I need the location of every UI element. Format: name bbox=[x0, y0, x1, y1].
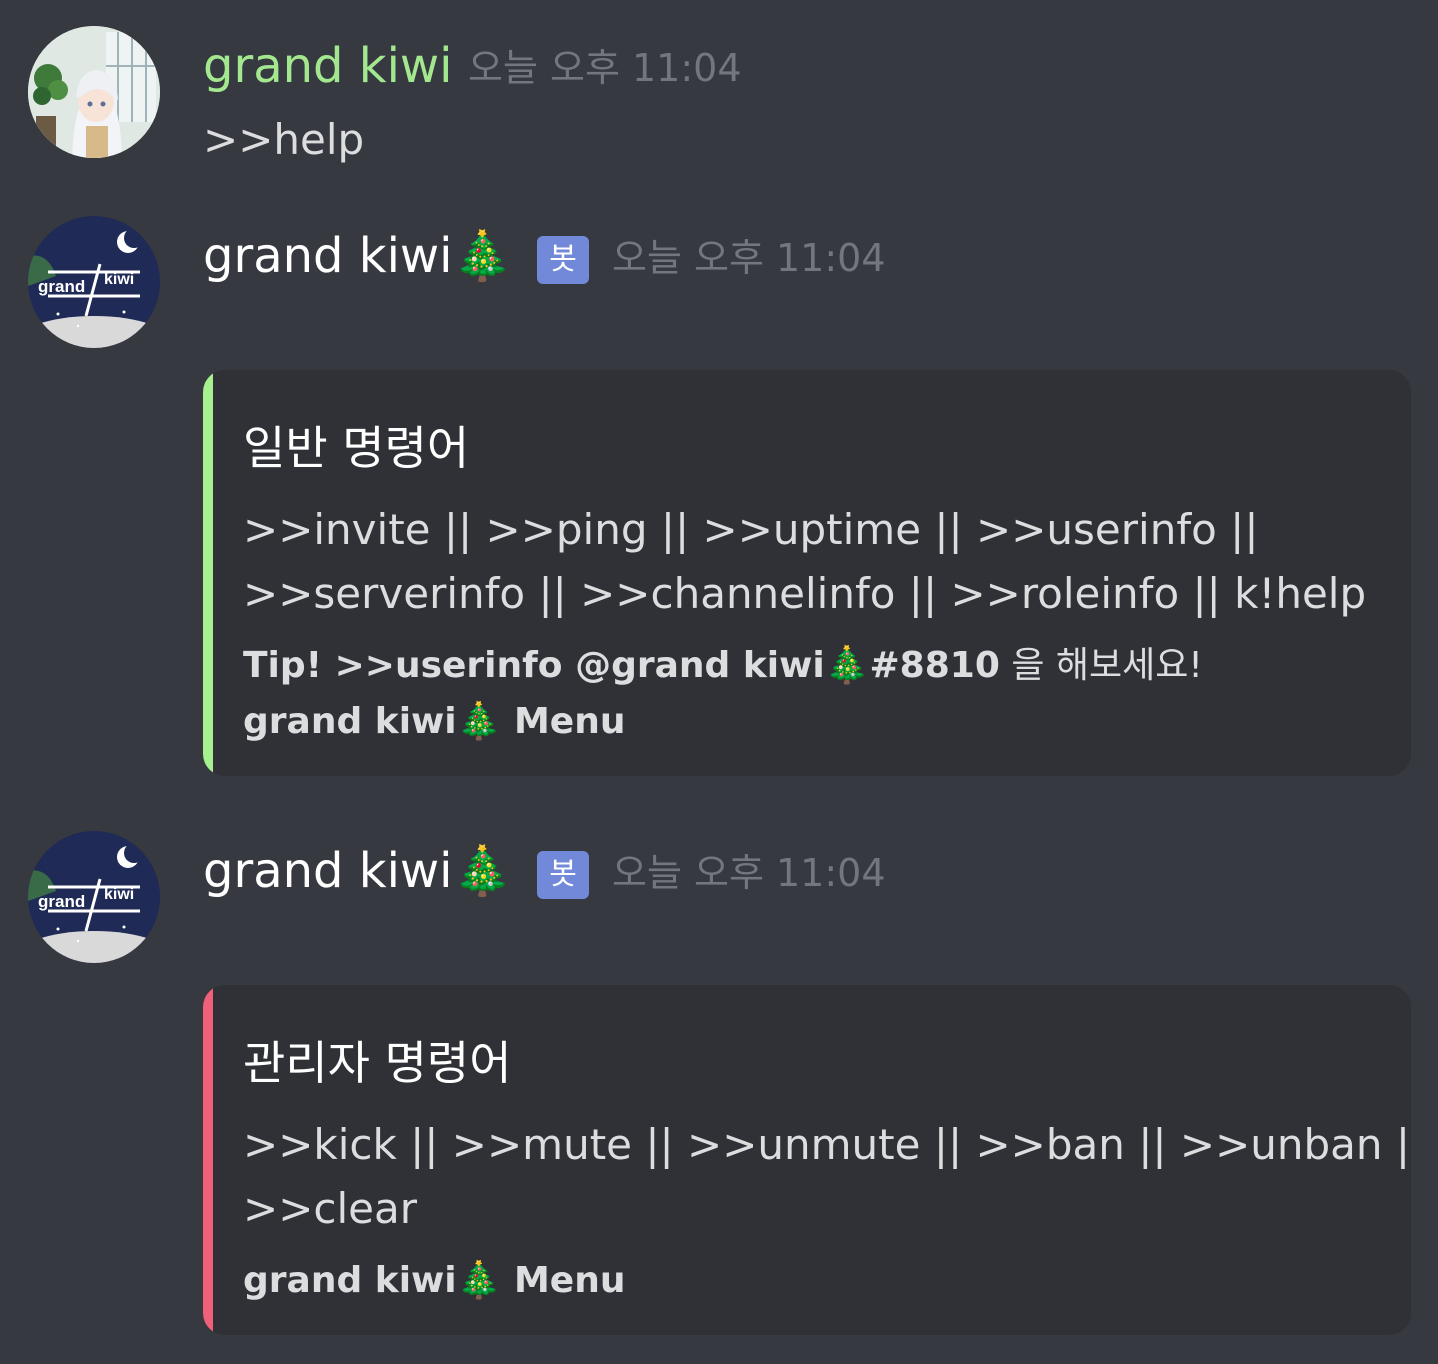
bot-avatar-text-grand: grand bbox=[38, 277, 85, 296]
embed-footer: grand kiwi🎄 Menu bbox=[243, 1260, 626, 1301]
embed-description-line-1: >>invite || >>ping || >>uptime || >>user… bbox=[243, 505, 1259, 554]
bot-avatar-text-grand: grand bbox=[38, 892, 85, 911]
bot-avatar-text-kiwi: kiwi bbox=[104, 886, 134, 903]
embed-title: 관리자 명령어 bbox=[243, 1036, 512, 1090]
embed-tip-command: Tip! >>userinfo @grand kiwi🎄#8810 bbox=[243, 645, 1000, 686]
message-user-help: grand kiwi 오늘 오후 11:04 >>help bbox=[0, 0, 1438, 190]
anime-girl-avatar-icon bbox=[28, 26, 160, 158]
timestamp: 오늘 오후 11:04 bbox=[468, 46, 742, 90]
embed-tip-rest: 을 해보세요! bbox=[999, 645, 1203, 686]
embed-description-line-2: >>clear bbox=[243, 1184, 417, 1233]
embed-admin-commands: 관리자 명령어 >>kick || >>mute || >>unmute || … bbox=[203, 985, 1411, 1335]
embed-color-bar bbox=[203, 370, 213, 776]
embed-color-bar bbox=[203, 985, 213, 1335]
grand-kiwi-bot-avatar-icon: grand kiwi bbox=[28, 216, 160, 348]
timestamp: 오늘 오후 11:04 bbox=[612, 851, 886, 895]
username[interactable]: grand kiwi🎄 bbox=[203, 843, 512, 899]
embed-general-commands: 일반 명령어 >>invite || >>ping || >>uptime ||… bbox=[203, 370, 1411, 776]
username[interactable]: grand kiwi🎄 bbox=[203, 228, 512, 284]
grand-kiwi-bot-avatar-icon: grand kiwi bbox=[28, 831, 160, 963]
bot-avatar-text-kiwi: kiwi bbox=[104, 271, 134, 288]
embed-description-line-1: >>kick || >>mute || >>unmute || >>ban ||… bbox=[243, 1120, 1411, 1169]
bot-avatar[interactable]: grand kiwi bbox=[28, 831, 160, 963]
embed-description-line-2: >>serverinfo || >>channelinfo || >>rolei… bbox=[243, 569, 1367, 618]
embed-title: 일반 명령어 bbox=[243, 421, 470, 475]
message-content: >>help bbox=[203, 115, 365, 164]
message-bot-general: grand kiwi grand kiwi🎄 봇 오늘 오후 11:04 일반 … bbox=[0, 190, 1438, 800]
embed-tip: Tip! >>userinfo @grand kiwi🎄#8810 을 해보세요… bbox=[243, 642, 1203, 690]
username[interactable]: grand kiwi bbox=[203, 38, 453, 94]
timestamp: 오늘 오후 11:04 bbox=[612, 236, 886, 280]
message-bot-admin: grand kiwi grand kiwi🎄 봇 오늘 오후 11:04 관리자… bbox=[0, 805, 1438, 1364]
bot-tag: 봇 bbox=[537, 851, 589, 899]
user-avatar[interactable] bbox=[28, 26, 160, 158]
embed-footer: grand kiwi🎄 Menu bbox=[243, 701, 626, 742]
bot-tag: 봇 bbox=[537, 236, 589, 284]
bot-avatar[interactable]: grand kiwi bbox=[28, 216, 160, 348]
